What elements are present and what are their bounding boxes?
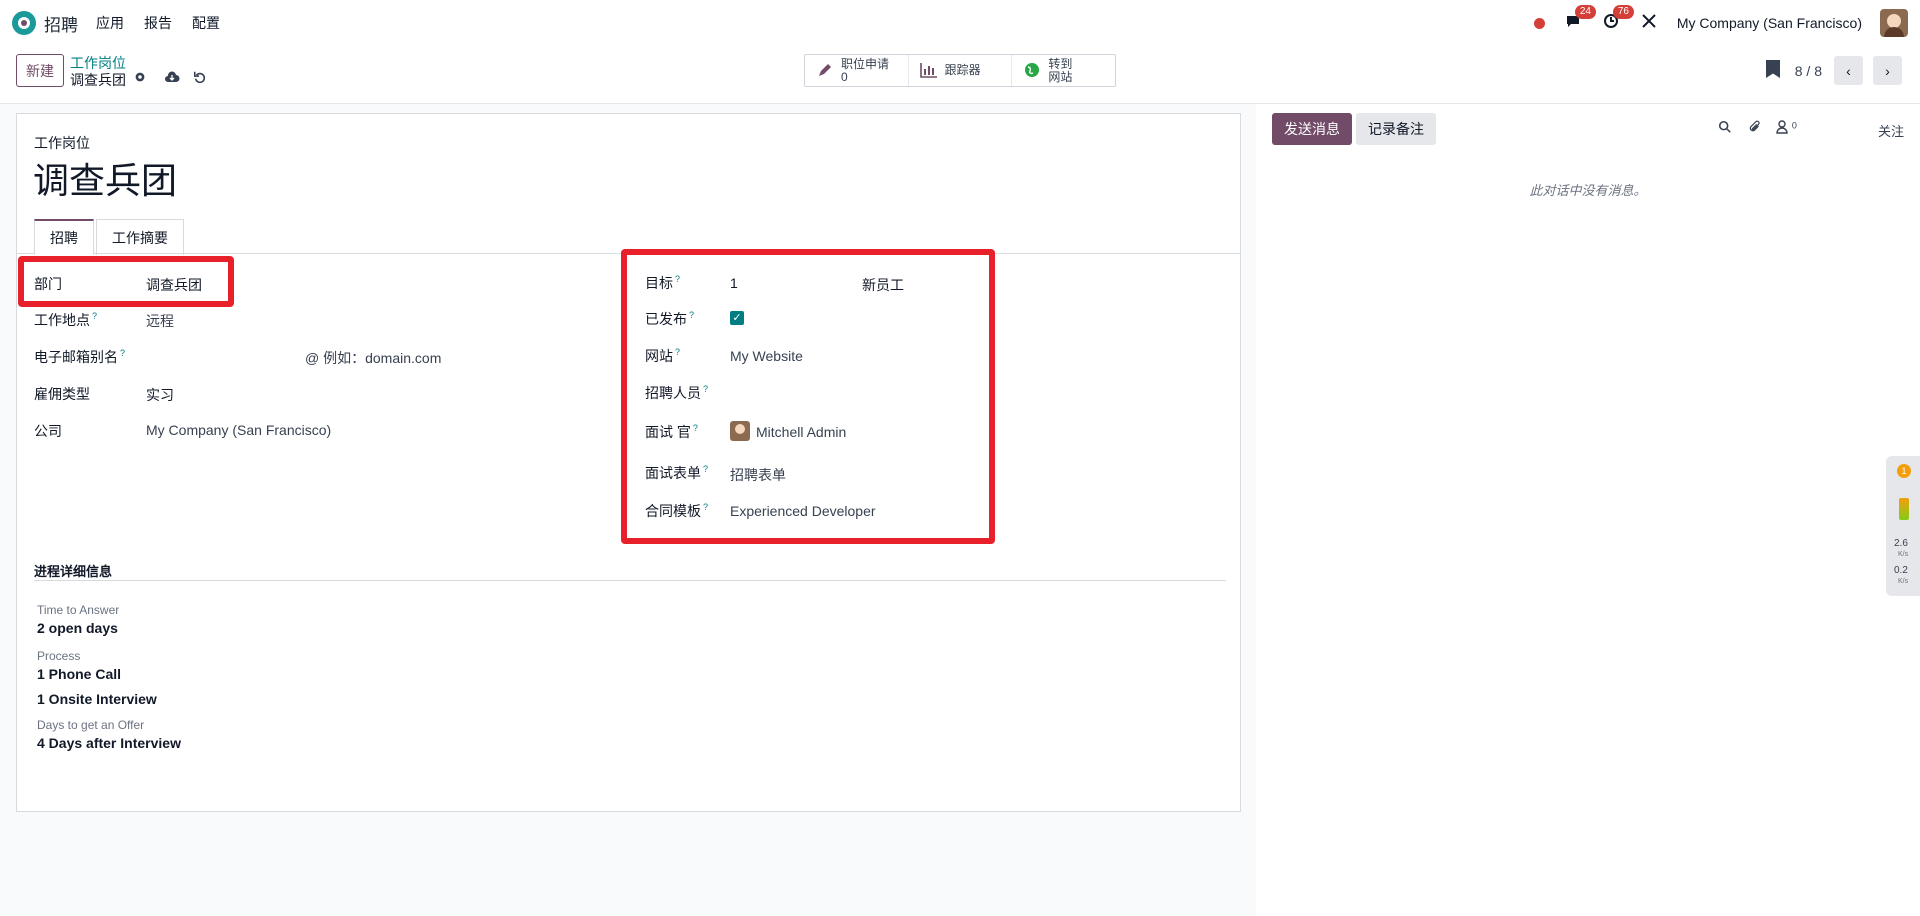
offer-value: 4 Days after Interview (37, 735, 181, 751)
tools-icon[interactable] (1639, 13, 1659, 34)
company-label: 公司 (34, 423, 62, 439)
website-line1: 转到 (1048, 56, 1073, 71)
trackers-label: 跟踪器 (944, 63, 981, 77)
email-alias-label: 电子邮箱别名? (34, 347, 125, 367)
app-logo-icon[interactable] (12, 11, 36, 35)
employment-type-label: 雇佣类型 (34, 386, 90, 402)
empty-chatter-text: 此对话中没有消息。 (1529, 183, 1647, 198)
tab-recruitment[interactable]: 招聘 (34, 219, 94, 255)
employment-type-value[interactable]: 实习 (146, 385, 174, 405)
time-to-answer-value: 2 open days (37, 620, 118, 636)
process-step-phone: 1 Phone Call (37, 666, 122, 682)
applications-count: 0 (841, 69, 848, 84)
bar-chart-icon (919, 62, 939, 80)
widget-badge: 1 (1897, 464, 1911, 478)
top-navbar: 招聘 应用 报告 配置 24 76 My Company (San Franci… (0, 0, 1920, 46)
globe-icon (1022, 62, 1042, 80)
trackers-smart-button[interactable]: 跟踪器 (909, 55, 1013, 86)
job-title[interactable]: 调查兵团 (33, 152, 177, 204)
chatter-panel: 发送消息 记录备注 0 关注 此对话中没有消息。 (1256, 104, 1920, 916)
new-button[interactable]: 新建 (16, 54, 64, 87)
location-value[interactable]: 远程 (146, 311, 174, 331)
applications-label: 职位申请 (841, 56, 890, 71)
app-name[interactable]: 招聘 (44, 11, 78, 36)
cloud-save-icon[interactable] (164, 70, 180, 87)
recruitment-fields-highlight-box (621, 249, 995, 544)
process-step-onsite: 1 Onsite Interview (37, 691, 157, 707)
send-message-button[interactable]: 发送消息 (1272, 113, 1352, 145)
user-avatar[interactable] (1880, 9, 1908, 37)
applications-smart-button[interactable]: 职位申请 0 (805, 55, 909, 86)
smart-buttons: 职位申请 0 跟踪器 转到 网站 (804, 54, 1116, 87)
followers-count: 0 (1791, 120, 1797, 131)
recording-dot-icon[interactable] (1533, 17, 1545, 29)
location-label-text: 工作地点 (34, 312, 90, 328)
gear-icon[interactable] (133, 70, 147, 87)
offer-label: Days to get an Offer (37, 718, 145, 732)
chat-icon[interactable]: 24 (1563, 4, 1596, 34)
chat-badge: 24 (1574, 4, 1596, 19)
download-speed: 0.2 (1894, 565, 1908, 576)
activity-clock-icon[interactable]: 76 (1601, 4, 1634, 34)
section-divider (34, 580, 1226, 581)
company-value[interactable]: My Company (San Francisco) (146, 422, 331, 438)
download-unit: K/s (1898, 578, 1909, 585)
department-highlight-box (18, 256, 234, 307)
menu-config[interactable]: 配置 (192, 13, 220, 33)
search-icon[interactable] (1718, 120, 1732, 137)
form-sheet: 工作岗位 调查兵团 招聘 工作摘要 部门 调查兵团 工作地点? 远程 电子邮箱别… (16, 113, 1241, 812)
location-label: 工作地点? (34, 310, 97, 330)
upload-unit: K/s (1898, 551, 1909, 558)
tab-job-summary[interactable]: 工作摘要 (96, 219, 184, 255)
go-to-website-smart-button[interactable]: 转到 网站 (1012, 55, 1115, 86)
time-to-answer-label: Time to Answer (37, 603, 120, 617)
bookmark-icon[interactable] (1766, 60, 1780, 78)
upload-speed: 2.6 (1894, 538, 1908, 549)
control-panel: 新建 工作岗位 调查兵团 职位申请 0 跟踪器 转到 网站 8 / 8 ‹ › (0, 46, 1920, 104)
activity-badge: 76 (1612, 4, 1634, 19)
help-tooltip-icon[interactable]: ? (92, 311, 97, 321)
network-speed-widget[interactable]: 1 2.6 K/s 0.2 K/s (1886, 456, 1920, 596)
email-alias-label-text: 电子邮箱别名 (34, 349, 118, 365)
menu-apps[interactable]: 应用 (96, 13, 124, 33)
menu-reports[interactable]: 报告 (144, 13, 172, 33)
record-type-label: 工作岗位 (34, 135, 90, 151)
help-tooltip-icon[interactable]: ? (120, 348, 125, 358)
paperclip-icon[interactable] (1748, 120, 1762, 137)
breadcrumb-current: 调查兵团 (70, 72, 126, 88)
widget-meter-icon (1899, 498, 1909, 520)
website-line2: 网站 (1048, 69, 1073, 84)
pager: 8 / 8 ‹ › (1795, 56, 1902, 85)
discard-undo-icon[interactable] (193, 70, 207, 87)
pager-previous-button[interactable]: ‹ (1834, 56, 1863, 85)
pencil-icon (815, 62, 835, 80)
follow-button[interactable]: 关注 (1878, 121, 1904, 140)
process-details-title: 进程详细信息 (34, 564, 113, 579)
process-label: Process (37, 649, 81, 663)
email-alias-field[interactable]: @ 例如：domain.com (305, 348, 441, 368)
company-switcher[interactable]: My Company (San Francisco) (1677, 15, 1862, 31)
pager-value[interactable]: 8 / 8 (1795, 63, 1822, 79)
followers-icon[interactable]: 0 (1776, 120, 1797, 137)
log-note-button[interactable]: 记录备注 (1356, 113, 1436, 145)
pager-next-button[interactable]: › (1873, 56, 1902, 85)
